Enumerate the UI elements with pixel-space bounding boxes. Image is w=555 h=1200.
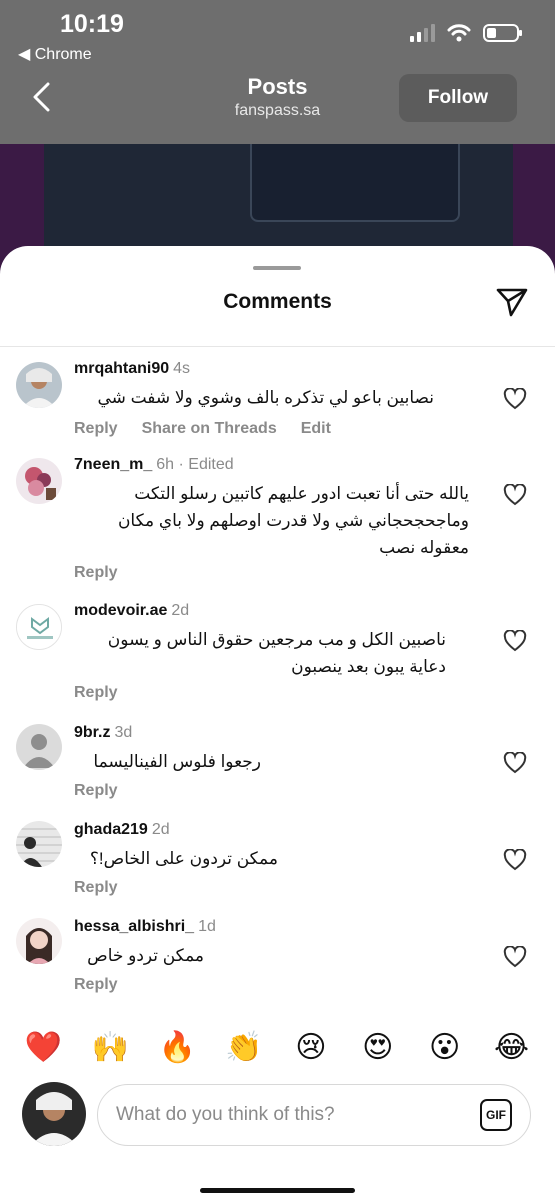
heart-icon[interactable]: [503, 946, 527, 968]
emoji-crying-button[interactable]: 😢: [291, 1030, 331, 1065]
follow-button[interactable]: Follow: [399, 74, 517, 122]
comment-text: ناصبين الكل و مب مرجعين حقوق الناس و يسو…: [107, 630, 446, 676]
comment-username[interactable]: 9br.z: [74, 724, 110, 741]
cellular-signal-icon: [410, 24, 435, 42]
status-bar: 10:19 ◀ Chrome: [0, 0, 555, 68]
reply-button[interactable]: Reply: [74, 564, 118, 582]
comment-text: ممكن تردون على الخاص!؟: [89, 849, 278, 868]
comment-time: 3d: [114, 724, 133, 741]
comment-time: 6h · Edited: [156, 456, 234, 473]
avatar[interactable]: [16, 362, 62, 408]
comment-text: نصابين باعو لي تذكره بالف وشوي ولا شفت ش…: [97, 388, 434, 407]
heart-icon[interactable]: [503, 484, 527, 506]
status-icons: [410, 24, 522, 42]
comment-item: modevoir.ae 2d ناصبين الكل و مب مرجعين حق…: [0, 602, 555, 712]
comment-username[interactable]: modevoir.ae: [74, 602, 167, 619]
comment-time: 1d: [198, 918, 216, 935]
back-to-app-link[interactable]: ◀ Chrome: [18, 44, 92, 64]
emoji-clap-button[interactable]: 👏: [224, 1030, 264, 1065]
divider: [0, 346, 555, 347]
comment-username[interactable]: hessa_albishri_: [74, 918, 194, 935]
avatar[interactable]: [16, 918, 62, 964]
heart-icon[interactable]: [503, 849, 527, 871]
emoji-fire-button[interactable]: 🔥: [157, 1030, 197, 1065]
comment-text: رجعوا فلوس الفيناليسما: [93, 752, 261, 771]
avatar[interactable]: [16, 724, 62, 770]
comment-text: ممكن تردو خاص: [87, 946, 204, 965]
heart-icon[interactable]: [503, 388, 527, 410]
emoji-laughing-button[interactable]: 😂: [492, 1030, 532, 1065]
comment-time: 4s: [173, 360, 191, 377]
heart-icon[interactable]: [503, 630, 527, 652]
home-indicator: [200, 1188, 355, 1193]
comment-item: 7neen_m_ 6h · Edited يالله حتى أنا تعبت ا…: [0, 456, 555, 586]
comment-username[interactable]: ghada219: [74, 821, 148, 838]
sheet-title: Comments: [223, 290, 332, 313]
share-on-threads-button[interactable]: Share on Threads: [142, 420, 277, 438]
comment-item: ghada219 2d ممكن تردون على الخاص!؟ Reply: [0, 821, 555, 905]
emoji-heart-eyes-button[interactable]: 😍: [358, 1030, 398, 1065]
reply-button[interactable]: Reply: [74, 684, 118, 702]
comment-item: mrqahtani90 4s نصابين باعو لي تذكره بالف …: [0, 360, 555, 450]
emoji-raised-hands-button[interactable]: 🙌: [90, 1030, 130, 1065]
heart-icon[interactable]: [503, 752, 527, 774]
comment-item: 9br.z 3d رجعوا فلوس الفيناليسما Reply: [0, 724, 555, 808]
current-user-avatar: [22, 1082, 86, 1146]
wifi-icon: [447, 24, 471, 42]
comment-time: 2d: [171, 602, 190, 619]
battery-icon: [483, 24, 522, 42]
drag-handle[interactable]: [253, 266, 301, 270]
comment-input-placeholder: What do you think of this?: [116, 1104, 335, 1125]
edit-button[interactable]: Edit: [301, 420, 331, 438]
reply-button[interactable]: Reply: [74, 879, 118, 897]
comment-input[interactable]: What do you think of this? GIF: [97, 1084, 531, 1146]
comment-username[interactable]: 7neen_m_: [74, 456, 152, 473]
comment-text: يالله حتى أنا تعبت ادور عليهم كاتبين رسل…: [117, 484, 469, 557]
reply-button[interactable]: Reply: [74, 782, 118, 800]
reply-button[interactable]: Reply: [74, 976, 118, 994]
avatar[interactable]: [16, 458, 62, 504]
gif-button[interactable]: GIF: [480, 1099, 512, 1131]
emoji-reaction-bar: ❤️ 🙌 🔥 👏 😢 😍 😮 😂: [0, 1022, 555, 1072]
avatar[interactable]: [16, 821, 62, 867]
status-time: 10:19: [60, 10, 124, 38]
emoji-heart-button[interactable]: ❤️: [23, 1030, 63, 1065]
comment-username[interactable]: mrqahtani90: [74, 360, 169, 377]
avatar[interactable]: [16, 604, 62, 650]
reply-button[interactable]: Reply: [74, 420, 118, 438]
emoji-surprised-button[interactable]: 😮: [425, 1030, 465, 1065]
comment-item: hessa_albishri_ 1d ممكن تردو خاص Reply: [0, 918, 555, 1002]
share-icon[interactable]: [495, 284, 529, 318]
comment-time: 2d: [151, 821, 170, 838]
